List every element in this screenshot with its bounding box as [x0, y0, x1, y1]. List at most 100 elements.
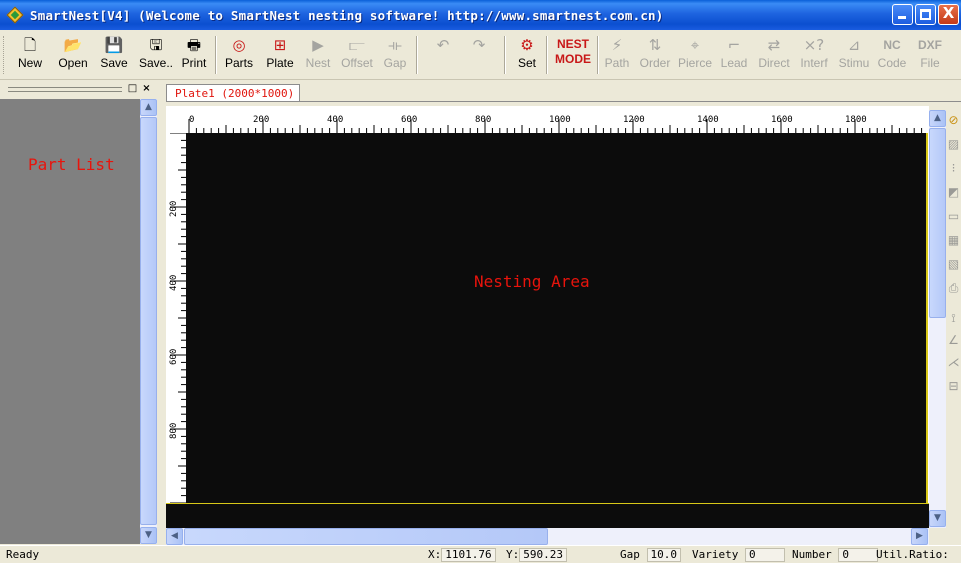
new-label: New: [17, 56, 42, 70]
minimize-icon: [898, 16, 906, 19]
new-document-icon: 🗋: [23, 36, 37, 54]
redo-button[interactable]: ↷: [464, 34, 494, 76]
dxf-file-button[interactable]: DXF File: [913, 34, 947, 76]
offset-label: Offset: [341, 56, 373, 70]
pierce-button[interactable]: ⌖ Pierce: [676, 34, 714, 76]
tool-number-icon[interactable]: ⁝: [946, 160, 961, 176]
nc-code-button[interactable]: NC Code: [875, 34, 909, 76]
offset-button[interactable]: ⫍ Offset: [338, 34, 376, 76]
tab-plate1[interactable]: Plate1 (2000*1000): [166, 84, 300, 102]
plate-button[interactable]: ⊞ Plate: [262, 34, 298, 76]
part-list-title: Part List: [28, 155, 115, 174]
scroll-up-icon[interactable]: ▲: [929, 110, 946, 127]
order-button[interactable]: ⇅ Order: [636, 34, 674, 76]
path-button[interactable]: ⚡ Path: [602, 34, 632, 76]
parts-button[interactable]: ◎ Parts: [220, 34, 258, 76]
nest-label: Nest: [305, 56, 331, 70]
panel-close-icon[interactable]: ×: [141, 84, 152, 95]
tab-divider: [166, 101, 961, 102]
part-list-panel[interactable]: Part List: [0, 99, 140, 544]
stimu-button[interactable]: ⊿ Stimu: [835, 34, 873, 76]
canvas-vertical-scrollbar[interactable]: ▲ ▼: [929, 110, 946, 528]
number-field: Number 0: [792, 548, 879, 562]
ruler-y-label: 200: [169, 201, 179, 217]
dxf-file-icon: DXF: [918, 38, 942, 52]
dxf-file-label: File: [920, 56, 940, 70]
scroll-thumb[interactable]: [184, 528, 548, 545]
nesting-plate[interactable]: [186, 133, 928, 503]
direct-button[interactable]: ⇄ Direct: [754, 34, 794, 76]
tool-measure-icon[interactable]: ⟟: [946, 310, 961, 326]
tool-fill-icon[interactable]: ▨: [946, 136, 961, 152]
ruler-x-label: 1400: [697, 115, 719, 125]
nest-mode-button[interactable]: NEST MODE: [552, 34, 594, 76]
vertical-ruler: 200 400 600 800: [166, 133, 186, 503]
nc-code-label: Code: [877, 56, 907, 70]
gap-label: Gap: [383, 56, 407, 70]
ruler-x-label: 200: [253, 115, 269, 125]
gap-icon: ⟛: [388, 36, 402, 54]
tool-hatch-icon[interactable]: ▧: [946, 256, 961, 272]
stimu-label: Stimu: [838, 56, 870, 70]
open-button[interactable]: 📂 Open: [55, 34, 91, 76]
ruler-x-label: 1600: [771, 115, 793, 125]
plate-label: Plate: [266, 56, 294, 70]
tool-print-icon[interactable]: ⎙: [946, 280, 961, 296]
x-coordinate: X: 1101.76: [428, 548, 496, 562]
toolbar-grip[interactable]: [3, 36, 6, 74]
toolbar-separator: [546, 36, 548, 74]
gap-button[interactable]: ⟛ Gap: [380, 34, 410, 76]
gap-status-label: Gap: [620, 548, 640, 561]
parts-label: Parts: [224, 56, 253, 70]
scroll-thumb[interactable]: [140, 117, 157, 525]
tool-part-icon[interactable]: ◩: [946, 184, 961, 200]
tool-select-icon[interactable]: ⊘: [946, 112, 961, 128]
canvas-bottom-area[interactable]: [166, 503, 929, 528]
save-as-button[interactable]: 🖫 Save..: [137, 34, 175, 76]
panel-restore-icon[interactable]: □: [127, 84, 138, 95]
right-tool-strip: ⊘ ▨ ⁝ ◩ ▭ ▦ ▧ ⎙ ⟟ ∠ ⋌ ⊟: [946, 110, 961, 410]
horizontal-ruler: 0 200 400 600 800 1000 1200 1400 1600 1800: [186, 113, 930, 133]
variety-value: 0: [744, 548, 785, 562]
lead-button[interactable]: ⌐ Lead: [716, 34, 752, 76]
print-label: Print: [181, 56, 207, 70]
tool-layout-icon[interactable]: ⊟: [946, 378, 961, 394]
save-as-label: Save..: [138, 56, 174, 70]
app-logo-icon: [6, 6, 24, 24]
scroll-thumb[interactable]: [929, 128, 946, 318]
new-button[interactable]: 🗋 New: [14, 34, 46, 76]
panel-grip[interactable]: [8, 87, 122, 92]
tool-rect-icon[interactable]: ▭: [946, 208, 961, 224]
order-label: Order: [639, 56, 671, 70]
offset-icon: ⫍: [349, 36, 365, 54]
ruler-x-label: 400: [327, 115, 343, 125]
scroll-down-icon[interactable]: ▼: [140, 527, 157, 544]
save-button[interactable]: 💾 Save: [97, 34, 131, 76]
canvas-horizontal-scrollbar[interactable]: ◀ ▶: [166, 528, 929, 545]
y-value: 590.23: [519, 548, 567, 562]
part-list-scrollbar[interactable]: ▲ ▼: [140, 99, 157, 544]
tool-grid-icon[interactable]: ▦: [946, 232, 961, 248]
set-button[interactable]: ⚙ Set: [512, 34, 542, 76]
nest-button[interactable]: ▶ Nest: [301, 34, 335, 76]
tool-line-icon[interactable]: ⋌: [946, 354, 961, 370]
scroll-up-icon[interactable]: ▲: [140, 99, 157, 116]
close-button[interactable]: X: [938, 4, 959, 25]
scroll-right-icon[interactable]: ▶: [911, 528, 928, 545]
toolbar-separator: [504, 36, 506, 74]
nest-play-icon: ▶: [312, 36, 324, 54]
pierce-label: Pierce: [677, 56, 712, 70]
open-folder-icon: 📂: [63, 36, 83, 54]
minimize-button[interactable]: [892, 4, 913, 25]
interf-button[interactable]: ×? Interf: [796, 34, 832, 76]
scroll-left-icon[interactable]: ◀: [166, 528, 183, 545]
ruler-x-label: 1200: [623, 115, 645, 125]
ruler-x-label: 1800: [845, 115, 867, 125]
print-button[interactable]: 🖶 Print: [177, 34, 211, 76]
scroll-down-icon[interactable]: ▼: [929, 510, 946, 527]
nest-mode-line2: MODE: [555, 52, 591, 66]
tool-angle-icon[interactable]: ∠: [946, 332, 961, 348]
part-list-header: □ ×: [0, 81, 166, 99]
maximize-button[interactable]: [915, 4, 936, 25]
undo-button[interactable]: ↶: [428, 34, 458, 76]
